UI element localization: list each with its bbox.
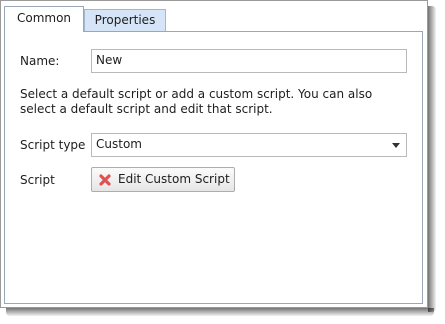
red-x-icon: [98, 172, 112, 186]
script-label: Script: [20, 173, 55, 187]
tab-properties[interactable]: Properties: [84, 9, 166, 32]
name-label: Name:: [20, 54, 60, 68]
script-type-dropdown[interactable]: Custom: [91, 133, 407, 157]
tab-panel-common: Name: New Select a default script or add…: [4, 31, 423, 304]
edit-custom-script-button[interactable]: Edit Custom Script: [91, 167, 235, 192]
window-shadow-right: [428, 6, 436, 312]
edit-custom-script-label: Edit Custom Script: [118, 172, 230, 186]
script-type-label: Script type: [20, 138, 86, 152]
properties-dialog: Common Properties Name: New Select a def…: [0, 0, 428, 308]
chevron-down-icon[interactable]: [392, 143, 400, 148]
window-shadow-bottom: [6, 308, 434, 316]
tab-common[interactable]: Common: [4, 6, 84, 32]
name-field-value: New: [96, 53, 123, 67]
script-description: Select a default script or add a custom …: [20, 87, 373, 116]
name-field[interactable]: New: [91, 49, 407, 73]
script-type-value: Custom: [96, 137, 142, 151]
